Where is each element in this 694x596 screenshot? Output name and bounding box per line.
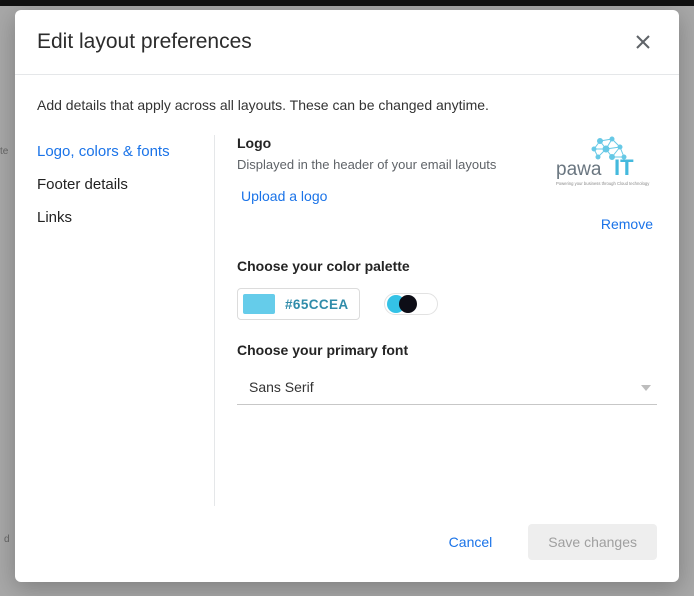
- chevron-down-icon: [641, 378, 651, 396]
- settings-panel: Logo Displayed in the header of your ema…: [215, 135, 657, 506]
- font-section-title: Choose your primary font: [237, 342, 657, 358]
- svg-text:IT: IT: [614, 155, 634, 180]
- logo-remove-row: Remove: [237, 210, 657, 238]
- sidebar-item-footer-details[interactable]: Footer details: [37, 168, 204, 201]
- sidebar-item-logo-colors-fonts[interactable]: Logo, colors & fonts: [37, 135, 204, 168]
- sidebar-item-links[interactable]: Links: [37, 201, 204, 234]
- primary-font-select[interactable]: Sans Serif: [237, 370, 657, 405]
- dialog-footer: Cancel Save changes: [15, 506, 679, 582]
- logo-preview: pawa IT Powering your business through C…: [549, 135, 657, 191]
- color-swatch-button[interactable]: #65CCEA: [237, 288, 360, 320]
- dialog-body: Add details that apply across all layout…: [15, 75, 679, 506]
- dialog-header: Edit layout preferences: [15, 10, 679, 75]
- edit-layout-preferences-dialog: Edit layout preferences Add details that…: [15, 10, 679, 582]
- palette-mode-toggle[interactable]: [384, 293, 438, 315]
- sidebar-item-label: Logo, colors & fonts: [37, 143, 170, 160]
- dialog-intro-text: Add details that apply across all layout…: [37, 97, 657, 113]
- dialog-title: Edit layout preferences: [37, 30, 252, 54]
- palette-row: #65CCEA: [237, 288, 657, 320]
- svg-text:pawa: pawa: [556, 159, 602, 180]
- upload-logo-link[interactable]: Upload a logo: [237, 182, 331, 210]
- logo-section-description: Displayed in the header of your email la…: [237, 157, 549, 172]
- toggle-dark-dot: [399, 295, 417, 313]
- svg-text:Powering your business through: Powering your business through Cloud tec…: [556, 181, 650, 186]
- primary-font-value: Sans Serif: [249, 379, 314, 395]
- cancel-button[interactable]: Cancel: [429, 524, 513, 560]
- close-icon: [635, 34, 651, 50]
- dialog-content-row: Logo, colors & fonts Footer details Link…: [37, 135, 657, 506]
- close-button[interactable]: [629, 28, 657, 56]
- sidebar-item-label: Links: [37, 209, 72, 226]
- logo-section-left: Logo Displayed in the header of your ema…: [237, 135, 549, 210]
- logo-section-title: Logo: [237, 135, 549, 151]
- save-changes-button[interactable]: Save changes: [528, 524, 657, 560]
- remove-logo-link[interactable]: Remove: [597, 210, 657, 238]
- settings-sidebar: Logo, colors & fonts Footer details Link…: [37, 135, 215, 506]
- bg-fragment: te: [0, 146, 8, 157]
- window-top-bar: [0, 0, 694, 6]
- color-swatch-preview: [243, 294, 275, 314]
- brand-logo-pawa-it: pawa IT Powering your business through C…: [550, 135, 656, 191]
- bg-fragment: d: [4, 534, 10, 545]
- palette-section-title: Choose your color palette: [237, 258, 657, 274]
- logo-section: Logo Displayed in the header of your ema…: [237, 135, 657, 210]
- color-swatch-hex: #65CCEA: [285, 297, 349, 312]
- sidebar-item-label: Footer details: [37, 176, 128, 193]
